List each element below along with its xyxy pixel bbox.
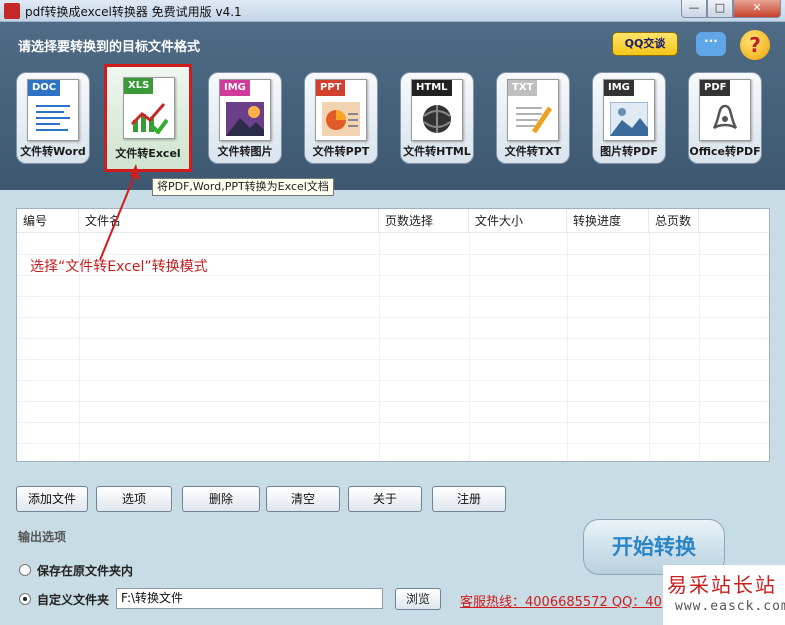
app-icon [4, 3, 20, 19]
support-hotline-link[interactable]: 客服热线：4006685572 QQ：40 [460, 591, 662, 610]
tool-label: 文件转图片 [217, 145, 273, 158]
html-globe-icon: HTML [411, 79, 463, 141]
tool-tag: XLS [124, 78, 154, 94]
delete-button[interactable]: 删除 [182, 486, 260, 512]
chat-bubble-icon[interactable]: ··· [696, 32, 726, 56]
grid-line [17, 317, 769, 318]
help-icon[interactable]: ? [740, 30, 770, 60]
tool-tag: PPT [316, 80, 346, 96]
tool-tag: PDF [700, 80, 731, 96]
tool-label: Office转PDF [689, 145, 761, 158]
txt-pencil-icon: TXT [507, 79, 559, 141]
excel-chart-icon: XLS [123, 77, 175, 139]
tool-tag: HTML [412, 80, 452, 96]
panel-title: 请选择要转换到的目标文件格式 [18, 40, 201, 55]
grid-line [17, 338, 769, 339]
ppt-file-icon: PPT [315, 79, 367, 141]
grid-line [469, 233, 470, 461]
tool-image-to-pdf[interactable]: IMG 图片转PDF [592, 72, 666, 164]
column-header[interactable]: 文件大小 [469, 209, 567, 233]
tool-file-to-txt[interactable]: TXT 文件转TXT [496, 72, 570, 164]
tool-label: 文件转TXT [504, 145, 562, 158]
column-header[interactable]: 编号 [17, 209, 79, 233]
close-button[interactable]: ✕ [733, 0, 781, 18]
tool-tag: IMG [220, 80, 250, 96]
tool-label: 文件转Excel [115, 147, 181, 160]
grid-line [17, 359, 769, 360]
output-path-field[interactable]: F:\转换文件 [116, 588, 383, 609]
about-button[interactable]: 关于 [348, 486, 422, 512]
radio-custom-folder-label[interactable]: 自定义文件夹 [37, 591, 109, 608]
tool-label: 文件转HTML [403, 145, 471, 158]
tool-file-to-word[interactable]: DOC 文件转Word [16, 72, 90, 164]
grid-line [649, 233, 650, 461]
tool-tag: IMG [604, 80, 634, 96]
tool-file-to-excel[interactable]: XLS 文件转Excel [104, 64, 192, 172]
radio-custom-folder[interactable] [19, 593, 31, 605]
tool-label: 文件转PPT [312, 145, 370, 158]
site-watermark: 易采站长站 www.easck.com [663, 565, 785, 625]
options-button[interactable]: 选项 [96, 486, 172, 512]
tool-file-to-ppt[interactable]: PPT 文件转PPT [304, 72, 378, 164]
grid-line [17, 443, 769, 444]
tool-label: 文件转Word [20, 145, 86, 158]
radio-same-folder-label[interactable]: 保存在原文件夹内 [37, 562, 133, 579]
output-options-label: 输出选项 [18, 530, 67, 544]
image-file-icon: IMG [219, 79, 271, 141]
tool-office-to-pdf[interactable]: PDF Office转PDF [688, 72, 762, 164]
tool-file-to-html[interactable]: HTML 文件转HTML [400, 72, 474, 164]
picture-to-pdf-icon: IMG [603, 79, 655, 141]
register-button[interactable]: 注册 [432, 486, 506, 512]
minimize-button[interactable]: — [681, 0, 707, 18]
excel-tooltip: 将PDF,Word,PPT转换为Excel文档 [152, 178, 334, 196]
grid-line [17, 422, 769, 423]
tool-tag: DOC [28, 80, 61, 96]
word-doc-icon: DOC [27, 79, 79, 141]
annotation-arrow [99, 164, 140, 261]
pdf-acrobat-icon: PDF [699, 79, 751, 141]
tool-label: 图片转PDF [600, 145, 658, 158]
watermark-url: www.easck.com [675, 599, 785, 614]
grid-line [17, 401, 769, 402]
grid-line [699, 233, 700, 461]
grid-line [17, 380, 769, 381]
column-header[interactable]: 页数选择 [379, 209, 469, 233]
browse-button[interactable]: 浏览 [395, 588, 441, 610]
window-title: pdf转换成excel转换器 免费试用版 v4.1 [25, 5, 242, 19]
column-header[interactable]: 转换进度 [567, 209, 649, 233]
column-header[interactable]: 总页数 [649, 209, 699, 233]
add-file-button[interactable]: 添加文件 [16, 486, 88, 512]
grid-line [567, 233, 568, 461]
clear-button[interactable]: 清空 [266, 486, 340, 512]
grid-line [17, 296, 769, 297]
maximize-button[interactable]: □ [707, 0, 733, 18]
qq-chat-button[interactable]: QQ交谈 [612, 32, 678, 56]
tool-file-to-image[interactable]: IMG 文件转图片 [208, 72, 282, 164]
title-bar: pdf转换成excel转换器 免费试用版 v4.1 — □ ✕ [0, 0, 785, 22]
tool-tag: TXT [508, 80, 538, 96]
grid-line [379, 233, 380, 461]
radio-same-folder[interactable] [19, 564, 31, 576]
watermark-title: 易采站长站 [667, 573, 777, 597]
